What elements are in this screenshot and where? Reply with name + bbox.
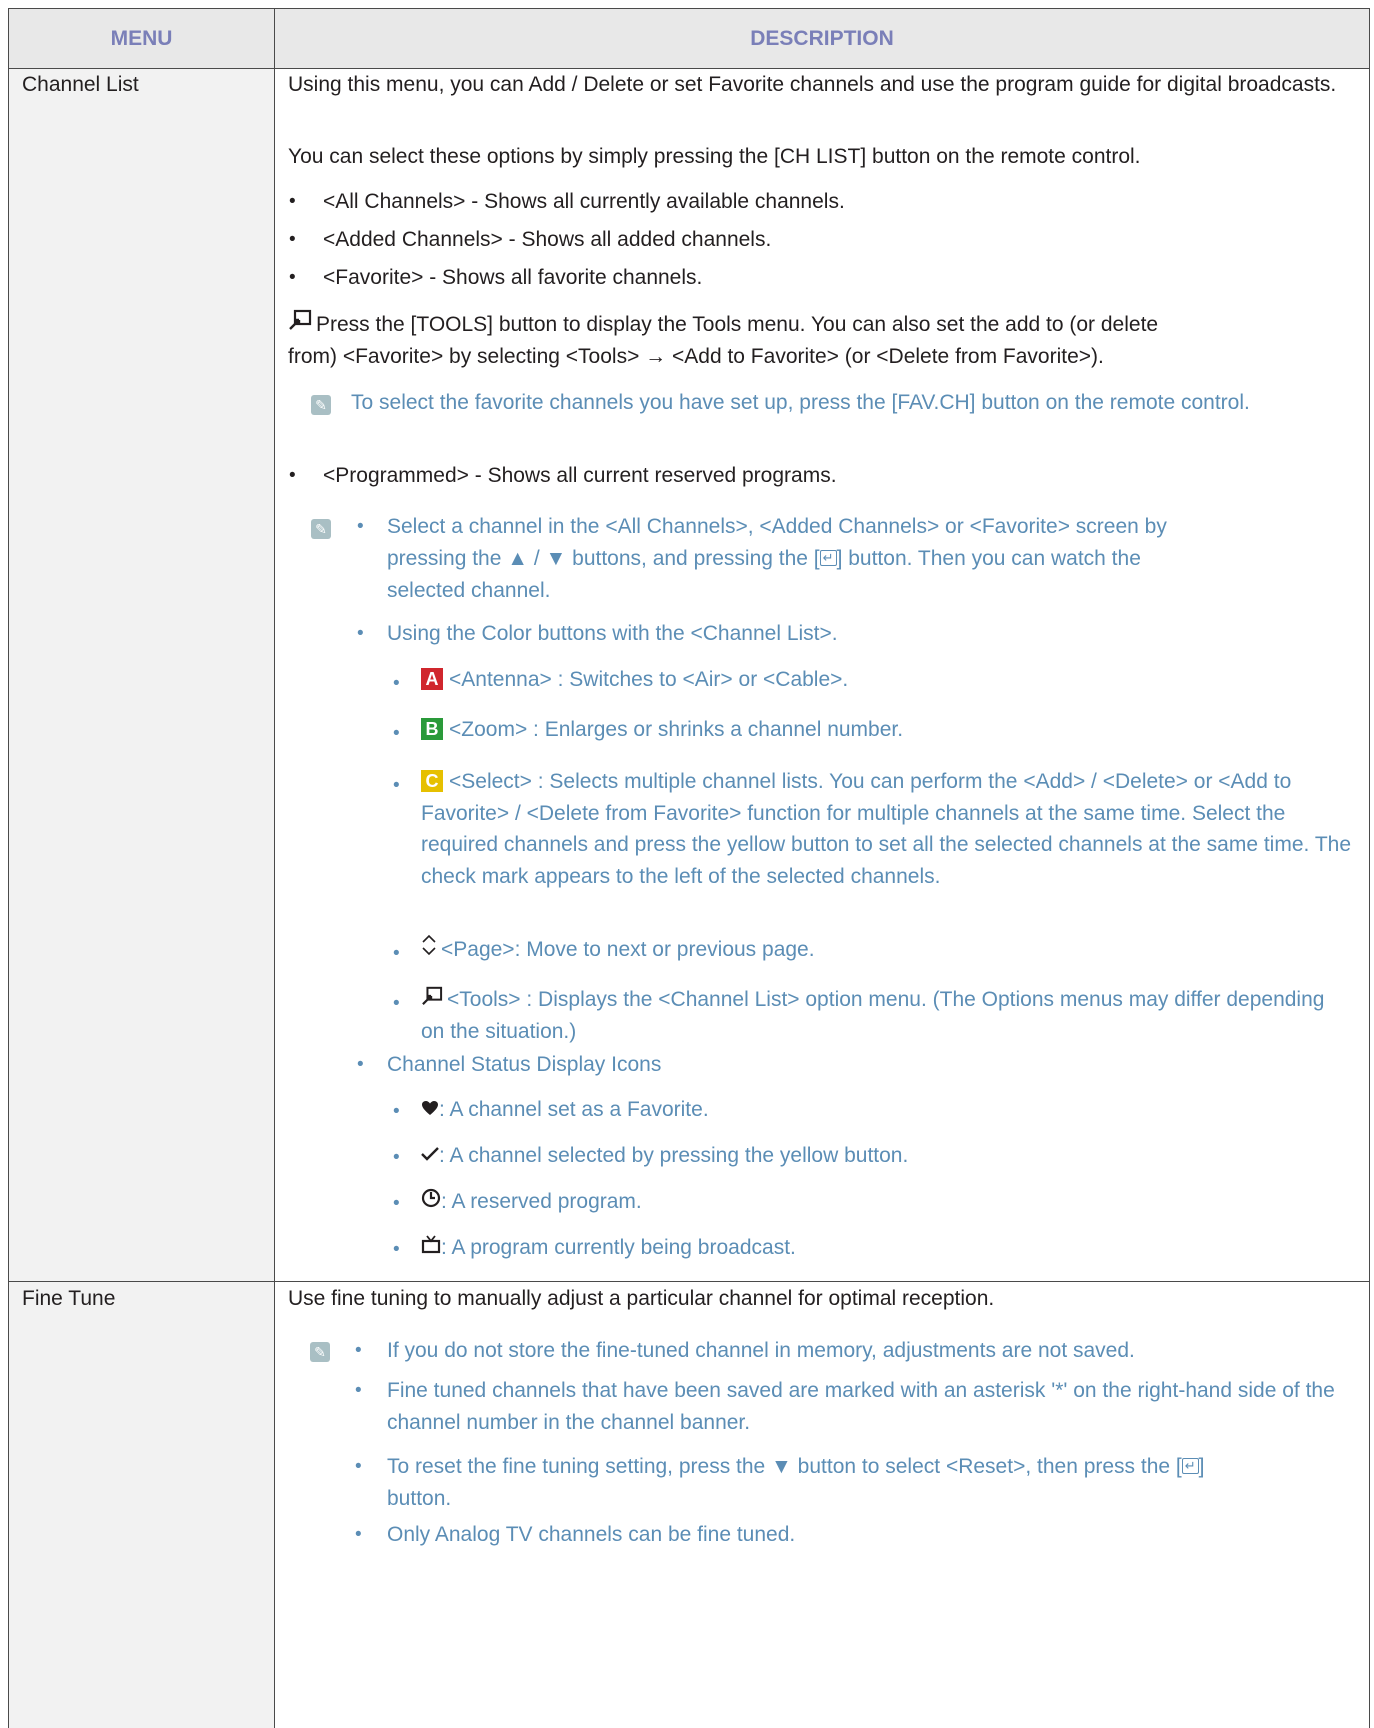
tools-note: Press the [TOOLS] button to display the … — [288, 309, 1348, 373]
c-button-icon: C — [421, 770, 443, 792]
bullet: • — [393, 1193, 400, 1214]
all-channels-item: <All Channels> - Shows all currently ava… — [323, 190, 845, 213]
check-icon — [421, 1140, 439, 1172]
bullet: • — [393, 1147, 400, 1168]
tv-icon — [421, 1232, 441, 1264]
bullet: • — [357, 1054, 364, 1075]
fine-tune-intro: Use fine tuning to manually adjust a par… — [288, 1287, 995, 1310]
a-button-icon: A — [421, 668, 443, 690]
select-channel-note: Select a channel in the <All Channels>, … — [387, 515, 1167, 602]
favorite-item: <Favorite> - Shows all favorite channels… — [323, 266, 703, 289]
antenna-item: A <Antenna> : Switches to <Air> or <Cable… — [421, 664, 1351, 696]
bullet: • — [393, 993, 400, 1014]
bullet: • — [393, 673, 400, 694]
channel-list-intro: Using this menu, you can Add / Delete or… — [288, 73, 1337, 96]
header-description: DESCRIPTION — [750, 27, 894, 50]
fav-ch-note: To select the favorite channels you have… — [351, 391, 1250, 414]
note-icon: ✎ — [311, 395, 331, 415]
fine-tune-note-2: Fine tuned channels that have been saved… — [387, 1379, 1335, 1434]
tools-icon — [421, 984, 443, 1016]
clock-icon — [421, 1186, 441, 1218]
clock-icon-item: : A reserved program. — [421, 1186, 642, 1218]
bullet: • — [393, 723, 400, 744]
fine-tune-note-3: To reset the fine tuning setting, press … — [387, 1455, 1205, 1510]
bullet: • — [289, 229, 296, 250]
bullet: • — [357, 516, 364, 537]
bullet: • — [393, 1239, 400, 1260]
tools-item: <Tools> : Displays the <Channel List> op… — [421, 984, 1351, 1048]
color-buttons-item: Using the Color buttons with the <Channe… — [387, 622, 838, 645]
enter-icon: ↵ — [1181, 1458, 1199, 1474]
menu-column — [9, 68, 274, 1728]
fine-tune-note-1: If you do not store the fine-tuned chann… — [387, 1339, 1135, 1362]
menu-channel-list: Channel List — [22, 73, 139, 96]
bullet: • — [355, 1380, 362, 1401]
bullet: • — [357, 623, 364, 644]
menu-fine-tune: Fine Tune — [22, 1287, 116, 1310]
bullet: • — [289, 267, 296, 288]
programmed-item: <Programmed> - Shows all current reserve… — [323, 464, 837, 487]
check-icon-item: : A channel selected by pressing the yel… — [421, 1140, 908, 1172]
enter-icon: ↵ — [819, 550, 837, 566]
header-menu: MENU — [110, 27, 173, 50]
tv-icon-item: : A program currently being broadcast. — [421, 1232, 796, 1264]
added-channels-item: <Added Channels> - Shows all added chann… — [323, 228, 772, 251]
zoom-item: B <Zoom> : Enlarges or shrinks a channel … — [421, 714, 1351, 746]
page-icon — [421, 934, 437, 966]
bullet: • — [393, 1101, 400, 1122]
bullet: • — [393, 943, 400, 964]
fav-icon-item: : A channel set as a Favorite. — [421, 1094, 709, 1126]
bullet: • — [289, 465, 296, 486]
page-item: <Page>: Move to next or previous page. — [421, 934, 815, 966]
note-icon: ✎ — [310, 1342, 330, 1362]
heart-icon — [421, 1094, 439, 1126]
menu-description-table: MENU DESCRIPTION Channel List Using this… — [8, 8, 1370, 1728]
bullet: • — [355, 1524, 362, 1545]
row-divider — [9, 1281, 1369, 1282]
status-icons-heading: Channel Status Display Icons — [387, 1053, 662, 1076]
bullet: • — [393, 775, 400, 796]
bullet: • — [289, 191, 296, 212]
column-divider — [274, 9, 275, 1728]
note-icon: ✎ — [311, 519, 331, 539]
bullet: • — [355, 1340, 362, 1361]
b-button-icon: B — [421, 718, 443, 740]
select-item: C <Select> : Selects multiple channel lis… — [421, 770, 1351, 888]
tools-icon — [288, 309, 312, 341]
bullet: • — [355, 1456, 362, 1477]
channel-list-select-options: You can select these options by simply p… — [288, 145, 1141, 168]
fine-tune-note-4: Only Analog TV channels can be fine tune… — [387, 1523, 796, 1546]
